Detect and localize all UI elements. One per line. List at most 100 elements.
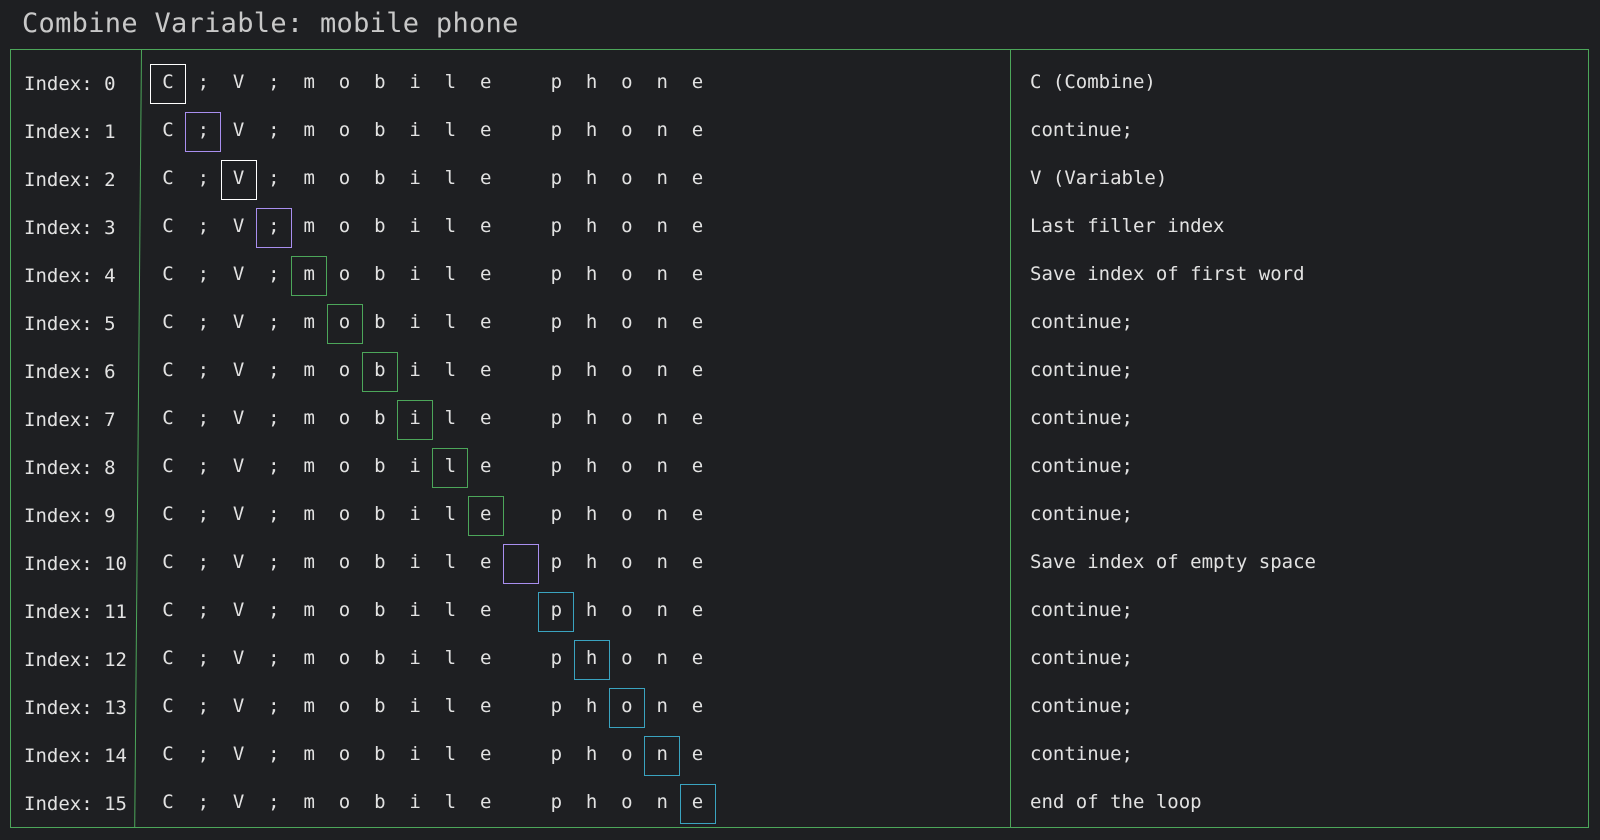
sequence-char: e <box>479 695 492 717</box>
row-comment: Save index of empty space <box>1030 551 1316 573</box>
sequence-char: l <box>444 551 457 573</box>
sequence-char: e <box>691 599 704 621</box>
sequence-char: V <box>232 455 245 477</box>
row-index-label: Index: 1 <box>24 121 116 143</box>
sequence-char: ; <box>268 695 280 717</box>
sequence-char: n <box>656 599 668 621</box>
sequence-char: ; <box>268 359 280 381</box>
sequence-char: b <box>374 263 386 285</box>
sequence-char: h <box>585 647 598 669</box>
sequence-char: l <box>444 215 457 237</box>
sequence-char: m <box>303 551 315 573</box>
sequence-char: V <box>232 647 245 669</box>
sequence-char: e <box>691 311 704 333</box>
sequence-char: ; <box>197 503 210 525</box>
sequence-char: e <box>691 791 704 813</box>
sequence-char: V <box>232 311 245 333</box>
sequence-char: ; <box>197 71 210 93</box>
sequence-char: ; <box>268 455 280 477</box>
sequence-char: e <box>479 407 492 429</box>
sequence-char: ; <box>197 455 210 477</box>
sequence-char: n <box>656 695 668 717</box>
sequence-char: o <box>338 503 351 525</box>
sequence-char: h <box>585 791 598 813</box>
sequence-char: C <box>162 599 174 621</box>
row-index-label: Index: 0 <box>24 73 116 95</box>
sequence-char: h <box>585 119 598 141</box>
sequence-char: l <box>444 119 457 141</box>
sequence-char: m <box>303 455 315 477</box>
sequence-char: C <box>162 455 174 477</box>
row-index-label: Index: 4 <box>24 265 116 287</box>
sequence-char: p <box>550 743 563 765</box>
sequence-char: ; <box>197 743 210 765</box>
sequence-char: l <box>444 455 457 477</box>
sequence-char: l <box>444 263 457 285</box>
sequence-char: e <box>691 455 704 477</box>
sequence-char: e <box>479 263 492 285</box>
sequence-char: o <box>338 359 351 381</box>
sequence-char: V <box>232 215 245 237</box>
sequence-char: V <box>232 167 245 189</box>
sequence-char: m <box>303 599 315 621</box>
sequence-char: o <box>338 455 351 477</box>
sequence-char: b <box>374 503 386 525</box>
sequence-char: o <box>621 359 633 381</box>
sequence-char: p <box>550 407 563 429</box>
row-comment: continue; <box>1030 119 1133 141</box>
row-comment: continue; <box>1030 455 1133 477</box>
row-comment: end of the loop <box>1030 791 1202 813</box>
sequence-char: ; <box>197 551 210 573</box>
sequence-char: ; <box>268 551 280 573</box>
sequence-char: e <box>479 551 492 573</box>
sequence-char: e <box>691 71 704 93</box>
sequence-char: b <box>374 119 386 141</box>
sequence-char: i <box>409 695 421 717</box>
sequence-char: h <box>585 71 598 93</box>
sequence-char: b <box>374 71 386 93</box>
sequence-char: e <box>691 119 704 141</box>
sequence-char: n <box>656 263 668 285</box>
sequence-char: n <box>656 167 668 189</box>
sequence-char: e <box>691 407 704 429</box>
sequence-char: m <box>303 743 315 765</box>
sequence-char: e <box>479 455 492 477</box>
sequence-char: m <box>303 215 315 237</box>
sequence-char: ; <box>268 599 280 621</box>
sequence-char: ; <box>197 695 210 717</box>
row-comment: C (Combine) <box>1030 71 1156 93</box>
sequence-char: b <box>374 167 386 189</box>
row-index-label: Index: 7 <box>24 409 116 431</box>
sequence-char: i <box>409 407 421 429</box>
row-index-label: Index: 8 <box>24 457 116 479</box>
row-index-label: Index: 10 <box>24 553 127 575</box>
sequence-char: n <box>656 311 668 333</box>
sequence-char: C <box>162 215 174 237</box>
sequence-char: o <box>621 71 633 93</box>
row-comment: V (Variable) <box>1030 167 1168 189</box>
sequence-char: e <box>691 695 704 717</box>
sequence-char: i <box>409 551 421 573</box>
sequence-char: e <box>479 503 492 525</box>
sequence-char: ; <box>268 503 280 525</box>
sequence-char: e <box>479 167 492 189</box>
sequence-char: m <box>303 503 315 525</box>
row-index-label: Index: 5 <box>24 313 116 335</box>
sequence-char: ; <box>197 215 210 237</box>
sequence-char: V <box>232 359 245 381</box>
sequence-char: V <box>232 263 245 285</box>
sequence-char: e <box>479 311 492 333</box>
sequence-char: o <box>621 119 633 141</box>
sequence-char: ; <box>268 215 280 237</box>
row-comment: continue; <box>1030 359 1133 381</box>
sequence-char: n <box>656 71 668 93</box>
sequence-char: o <box>338 599 351 621</box>
sequence-char: C <box>162 359 174 381</box>
sequence-char: o <box>621 551 633 573</box>
sequence-char: o <box>338 647 351 669</box>
sequence-char: e <box>479 647 492 669</box>
sequence-char: p <box>550 455 563 477</box>
sequence-char: e <box>479 215 492 237</box>
sequence-char: i <box>409 743 421 765</box>
sequence-char: ; <box>197 359 210 381</box>
